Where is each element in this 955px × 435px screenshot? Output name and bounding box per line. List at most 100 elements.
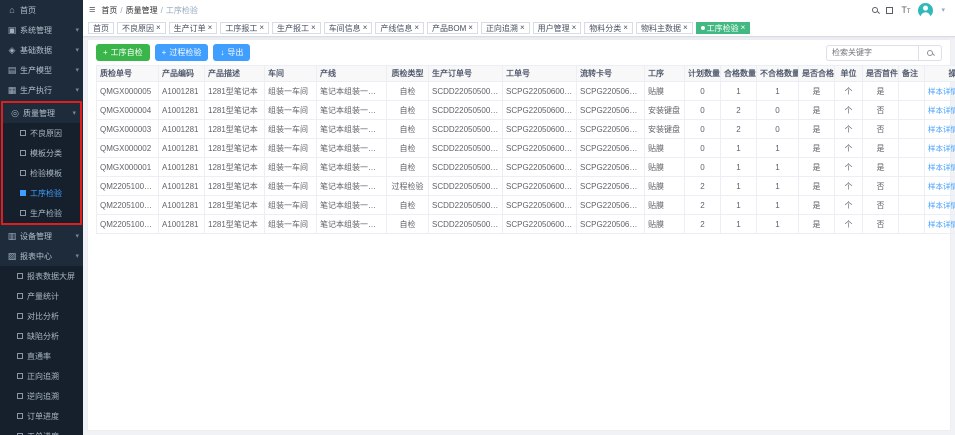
cell-product_desc: 1281型笔记本 bbox=[205, 139, 265, 158]
process-inspection-button[interactable]: +过程检验 bbox=[155, 44, 209, 61]
tab-process-report[interactable]: 工序报工× bbox=[220, 22, 269, 34]
sidebar-item-first-pass-yield[interactable]: 直通率 bbox=[0, 346, 83, 366]
tab-forward-trace[interactable]: 正向追溯× bbox=[481, 22, 530, 34]
sidebar-item-output-stats[interactable]: 产量统计 bbox=[0, 286, 83, 306]
sidebar-item-forward-trace[interactable]: 正向追溯 bbox=[0, 366, 83, 386]
tab-product-bom[interactable]: 产品BOM× bbox=[427, 22, 478, 34]
topbar: ≡ 首页/质量管理/工序检验 TT ▾ bbox=[83, 0, 955, 20]
sidebar-item-base-data[interactable]: ◈基础数据▾ bbox=[0, 40, 83, 60]
breadcrumb-item[interactable]: 首页 bbox=[101, 5, 117, 16]
cell-plan_qty: 0 bbox=[685, 139, 721, 158]
chevron-down-icon[interactable]: ▾ bbox=[941, 6, 945, 14]
tab-material-master[interactable]: 物料主数据× bbox=[636, 22, 693, 34]
column-header-work_order_no: 工单号 bbox=[503, 66, 577, 82]
sample-detail-link[interactable]: 样本详情 bbox=[928, 163, 955, 172]
search-input[interactable] bbox=[826, 45, 918, 61]
cell-inspect_no: QM2205100001 bbox=[97, 215, 159, 234]
search-icon bbox=[927, 50, 933, 56]
inspection-template-icon bbox=[20, 170, 26, 176]
sidebar-item-report-center[interactable]: ▨报表中心▾ bbox=[0, 246, 83, 266]
cell-work_order_no: SCPG220506000003 bbox=[503, 120, 577, 139]
sidebar-item-defect-analysis[interactable]: 缺陷分析 bbox=[0, 326, 83, 346]
sidebar-item-report-screen[interactable]: 报表数据大屏 bbox=[0, 266, 83, 286]
sidebar-item-process-inspection[interactable]: 工序检验 bbox=[3, 183, 80, 203]
cell-inspect_no: QMGX000003 bbox=[97, 120, 159, 139]
tab-production-order[interactable]: 生产订单× bbox=[169, 22, 218, 34]
cell-first_article: 是 bbox=[863, 82, 899, 101]
sample-detail-link[interactable]: 样本详情 bbox=[928, 182, 955, 191]
close-icon: × bbox=[208, 24, 213, 32]
cell-inspect_type: 自检 bbox=[387, 82, 429, 101]
cell-process: 安装键盘 bbox=[645, 101, 685, 120]
report-icon: ▨ bbox=[7, 252, 17, 261]
tab-defect-reason[interactable]: 不良原因× bbox=[117, 22, 166, 34]
button-label: 过程检验 bbox=[169, 47, 201, 58]
sample-detail-link[interactable]: 样本详情 bbox=[928, 201, 955, 210]
sidebar-item-prod-model[interactable]: ▤生产模型▾ bbox=[0, 60, 83, 80]
sidebar-item-prod-exec[interactable]: ▦生产执行▾ bbox=[0, 80, 83, 100]
breadcrumb-item: 工序检验 bbox=[166, 5, 198, 16]
sample-detail-link[interactable]: 样本详情 bbox=[928, 87, 955, 96]
close-icon: × bbox=[683, 24, 688, 32]
system-icon: ▣ bbox=[7, 26, 17, 35]
fullscreen-icon[interactable] bbox=[886, 7, 893, 14]
tab-material-category[interactable]: 物料分类× bbox=[584, 22, 633, 34]
cell-first_article: 否 bbox=[863, 177, 899, 196]
cell-product_desc: 1281型笔记本 bbox=[205, 177, 265, 196]
breadcrumb-item[interactable]: 质量管理 bbox=[126, 5, 158, 16]
sidebar-item-home[interactable]: ⌂首页 bbox=[0, 0, 83, 20]
sample-detail-link[interactable]: 样本详情 bbox=[928, 220, 955, 229]
tab-process-inspection[interactable]: 工序检验× bbox=[696, 22, 751, 34]
cell-ok_qty: 1 bbox=[721, 215, 757, 234]
cell-product_code: A1001281 bbox=[159, 196, 205, 215]
sidebar-item-inspection-template[interactable]: 检验模板 bbox=[3, 163, 80, 183]
sidebar-item-quality-mgmt[interactable]: ◎质量管理▾ bbox=[3, 103, 80, 123]
sidebar-menu: ⌂首页▣系统管理▾◈基础数据▾▤生产模型▾▦生产执行▾ ◎质量管理▾不良原因模板分… bbox=[0, 0, 83, 435]
close-icon: × bbox=[363, 24, 368, 32]
column-header-prod_order_no: 生产订单号 bbox=[429, 66, 503, 82]
tab-line-info[interactable]: 产线信息× bbox=[375, 22, 424, 34]
sample-detail-link[interactable]: 样本详情 bbox=[928, 125, 955, 134]
sidebar-item-backward-trace[interactable]: 逆向追溯 bbox=[0, 386, 83, 406]
process-self-check-button[interactable]: +工序自检 bbox=[96, 44, 150, 61]
font-size-icon[interactable]: TT bbox=[901, 6, 910, 15]
tab-workshop-info[interactable]: 车间信息× bbox=[324, 22, 373, 34]
sidebar-item-order-progress[interactable]: 订单进度 bbox=[0, 406, 83, 426]
export-button[interactable]: ↓导出 bbox=[213, 44, 250, 61]
cell-card_no: SCPG2205060000... bbox=[577, 120, 645, 139]
search-button[interactable] bbox=[918, 45, 942, 61]
sidebar-item-label: 首页 bbox=[20, 5, 36, 16]
sidebar-toggle-icon[interactable]: ≡ bbox=[89, 5, 95, 16]
chevron-down-icon: ▾ bbox=[75, 46, 79, 54]
sidebar-item-production-inspection[interactable]: 生产检验 bbox=[3, 203, 80, 223]
sidebar-item-label: 订单进度 bbox=[27, 411, 59, 422]
table-card: +工序自检+过程检验↓导出 质检单号产品编码产品描述车间产线质检类型生产订单号工… bbox=[88, 40, 950, 430]
avatar[interactable] bbox=[918, 3, 933, 18]
cell-first_article: 否 bbox=[863, 101, 899, 120]
sidebar-item-workorder-progress[interactable]: 工单进度 bbox=[0, 426, 83, 435]
sample-detail-link[interactable]: 样本详情 bbox=[928, 144, 955, 153]
tab-production-report[interactable]: 生产报工× bbox=[272, 22, 321, 34]
sidebar-item-system-mgmt[interactable]: ▣系统管理▾ bbox=[0, 20, 83, 40]
sidebar-item-compare-analysis[interactable]: 对比分析 bbox=[0, 306, 83, 326]
tab-label: 工序报工 bbox=[225, 23, 257, 34]
sidebar-item-defect-reason[interactable]: 不良原因 bbox=[3, 123, 80, 143]
cell-actions: 样本详情编辑删除 bbox=[925, 82, 955, 101]
breadcrumb: 首页/质量管理/工序检验 bbox=[101, 5, 197, 16]
order-progress-icon bbox=[17, 413, 23, 419]
cell-inspect_type: 过程检验 bbox=[387, 177, 429, 196]
cell-unit: 个 bbox=[835, 82, 863, 101]
tab-home[interactable]: 首页 bbox=[88, 22, 114, 34]
tab-user-mgmt[interactable]: 用户管理× bbox=[533, 22, 582, 34]
sidebar-item-device-mgmt[interactable]: ▥设备管理▾ bbox=[0, 226, 83, 246]
sidebar-item-label: 质量管理 bbox=[23, 108, 55, 119]
breadcrumb-separator: / bbox=[120, 6, 122, 15]
sidebar-item-template-category[interactable]: 模板分类 bbox=[3, 143, 80, 163]
cell-process: 贴膜 bbox=[645, 139, 685, 158]
search-icon[interactable] bbox=[872, 7, 878, 13]
database-icon: ◈ bbox=[7, 46, 17, 55]
download-icon: ↓ bbox=[220, 49, 224, 57]
column-header-process: 工序 bbox=[645, 66, 685, 82]
sample-detail-link[interactable]: 样本详情 bbox=[928, 106, 955, 115]
close-icon: × bbox=[520, 24, 525, 32]
